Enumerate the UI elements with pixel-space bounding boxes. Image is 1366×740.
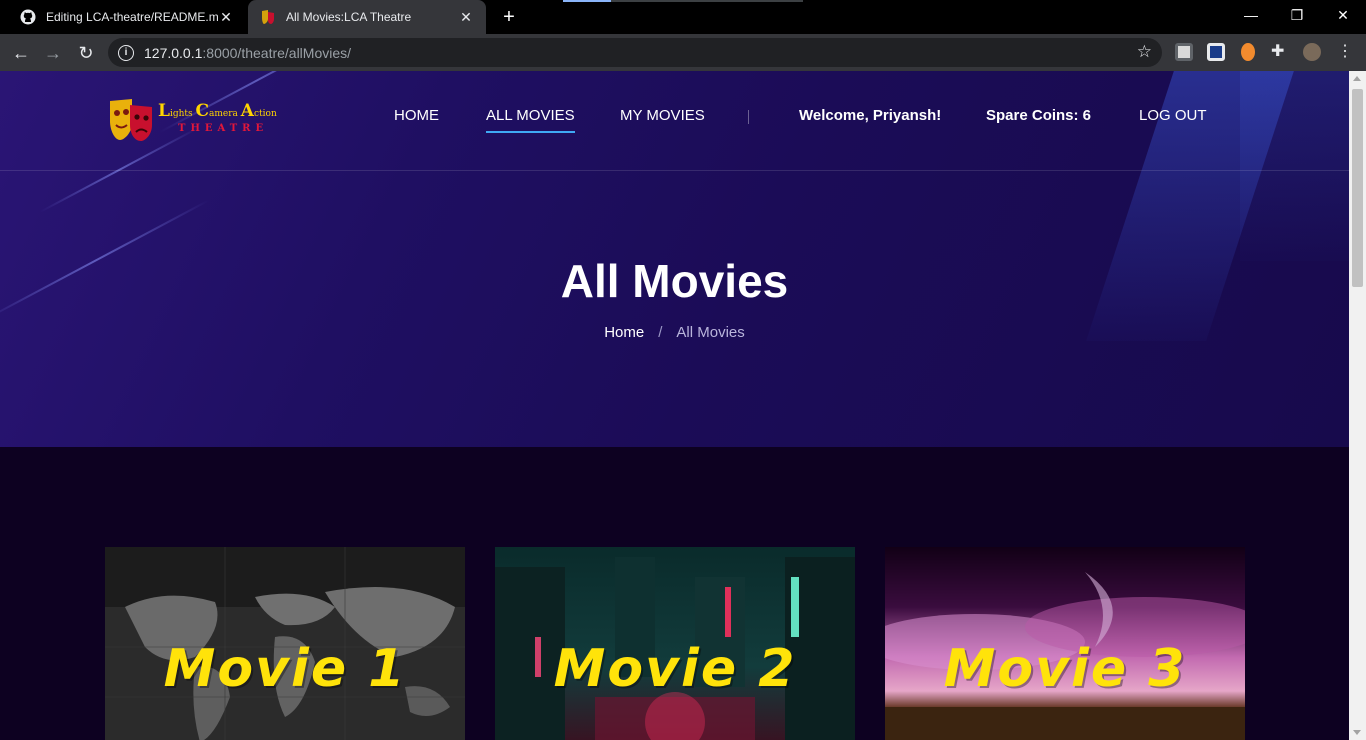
browser-tab-readme[interactable]: Editing LCA-theatre/README.md ✕ xyxy=(8,0,246,34)
hero-banner: Lights Camera Action THEATRE HOME ALL MO… xyxy=(0,71,1349,447)
address-bar[interactable]: i 127.0.0.1:8000/theatre/allMovies/ ☆ xyxy=(108,38,1162,67)
tab-title: All Movies:LCA Theatre xyxy=(286,10,412,24)
movie-title: Movie 3 xyxy=(943,639,1187,699)
logo-subtitle: THEATRE xyxy=(178,123,269,134)
browser-menu-icon[interactable]: ⋮ xyxy=(1336,43,1354,61)
breadcrumb-current: All Movies xyxy=(676,324,745,341)
page-scrollbar[interactable] xyxy=(1349,71,1366,740)
back-arrow-icon[interactable]: ← xyxy=(8,40,34,66)
spare-coins-text: Spare Coins: 6 xyxy=(986,107,1092,124)
page-title: All Movies xyxy=(560,255,789,307)
page-viewport: Lights Camera Action THEATRE HOME ALL MO… xyxy=(0,71,1349,740)
movie-title: Movie 2 xyxy=(553,639,797,699)
nav-home[interactable]: HOME xyxy=(394,107,439,124)
nav-logout[interactable]: LOG OUT xyxy=(1139,107,1207,124)
logo-title: Lights Camera Action xyxy=(158,101,277,121)
reload-icon[interactable]: ↻ xyxy=(73,40,99,66)
nav-my-movies[interactable]: MY MOVIES xyxy=(620,107,705,124)
site-info-icon[interactable]: i xyxy=(118,44,134,61)
tab-strip-indicator xyxy=(563,0,803,2)
nav-all-movies[interactable]: ALL MOVIES xyxy=(486,107,575,133)
extension-screen-icon[interactable] xyxy=(1207,43,1225,61)
bookmark-star-icon[interactable]: ☆ xyxy=(1137,42,1152,62)
scroll-up-arrow-icon[interactable] xyxy=(1353,76,1361,81)
movie-card[interactable]: Movie 2 xyxy=(495,547,855,740)
breadcrumb-home-link[interactable]: Home xyxy=(604,324,644,341)
welcome-text: Welcome, Priyansh! xyxy=(799,107,942,124)
close-window-button[interactable]: ✕ xyxy=(1320,0,1366,30)
scrollbar-thumb[interactable] xyxy=(1352,89,1363,287)
theatre-mask-icon xyxy=(262,10,274,24)
url-text: 127.0.0.1:8000/theatre/allMovies/ xyxy=(144,44,352,61)
breadcrumb-separator: / xyxy=(658,324,663,341)
extensions-puzzle-icon[interactable]: ✚ xyxy=(1271,43,1289,61)
restore-button[interactable]: ❐ xyxy=(1274,0,1320,30)
breadcrumb: Home / All Movies xyxy=(0,324,1349,341)
site-logo[interactable]: Lights Camera Action THEATRE xyxy=(108,99,278,143)
site-header: Lights Camera Action THEATRE HOME ALL MO… xyxy=(0,71,1349,171)
scroll-down-arrow-icon[interactable] xyxy=(1353,730,1361,735)
theatre-mask-icon xyxy=(110,99,152,141)
browser-toolbar: ← → ↻ i 127.0.0.1:8000/theatre/allMovies… xyxy=(0,34,1366,71)
extension-orange-icon[interactable] xyxy=(1241,43,1255,61)
browser-tab-bar: Editing LCA-theatre/README.md ✕ All Movi… xyxy=(0,0,1366,34)
new-tab-button[interactable]: + xyxy=(498,6,520,28)
movie-card[interactable]: Movie 3 xyxy=(885,547,1245,740)
nav-divider xyxy=(748,110,749,124)
minimize-button[interactable]: — xyxy=(1228,0,1274,30)
extension-camera-icon[interactable] xyxy=(1175,43,1193,61)
browser-tab-all-movies[interactable]: All Movies:LCA Theatre ✕ xyxy=(248,0,486,34)
forward-arrow-icon[interactable]: → xyxy=(40,40,66,66)
movie-card[interactable]: Movie 1 xyxy=(105,547,465,740)
tab-close-icon[interactable]: ✕ xyxy=(458,9,474,26)
tab-title: Editing LCA-theatre/README.md xyxy=(46,10,218,24)
profile-avatar[interactable] xyxy=(1303,43,1321,61)
github-icon xyxy=(20,9,36,25)
tab-close-icon[interactable]: ✕ xyxy=(218,9,234,26)
movie-title: Movie 1 xyxy=(163,639,407,699)
